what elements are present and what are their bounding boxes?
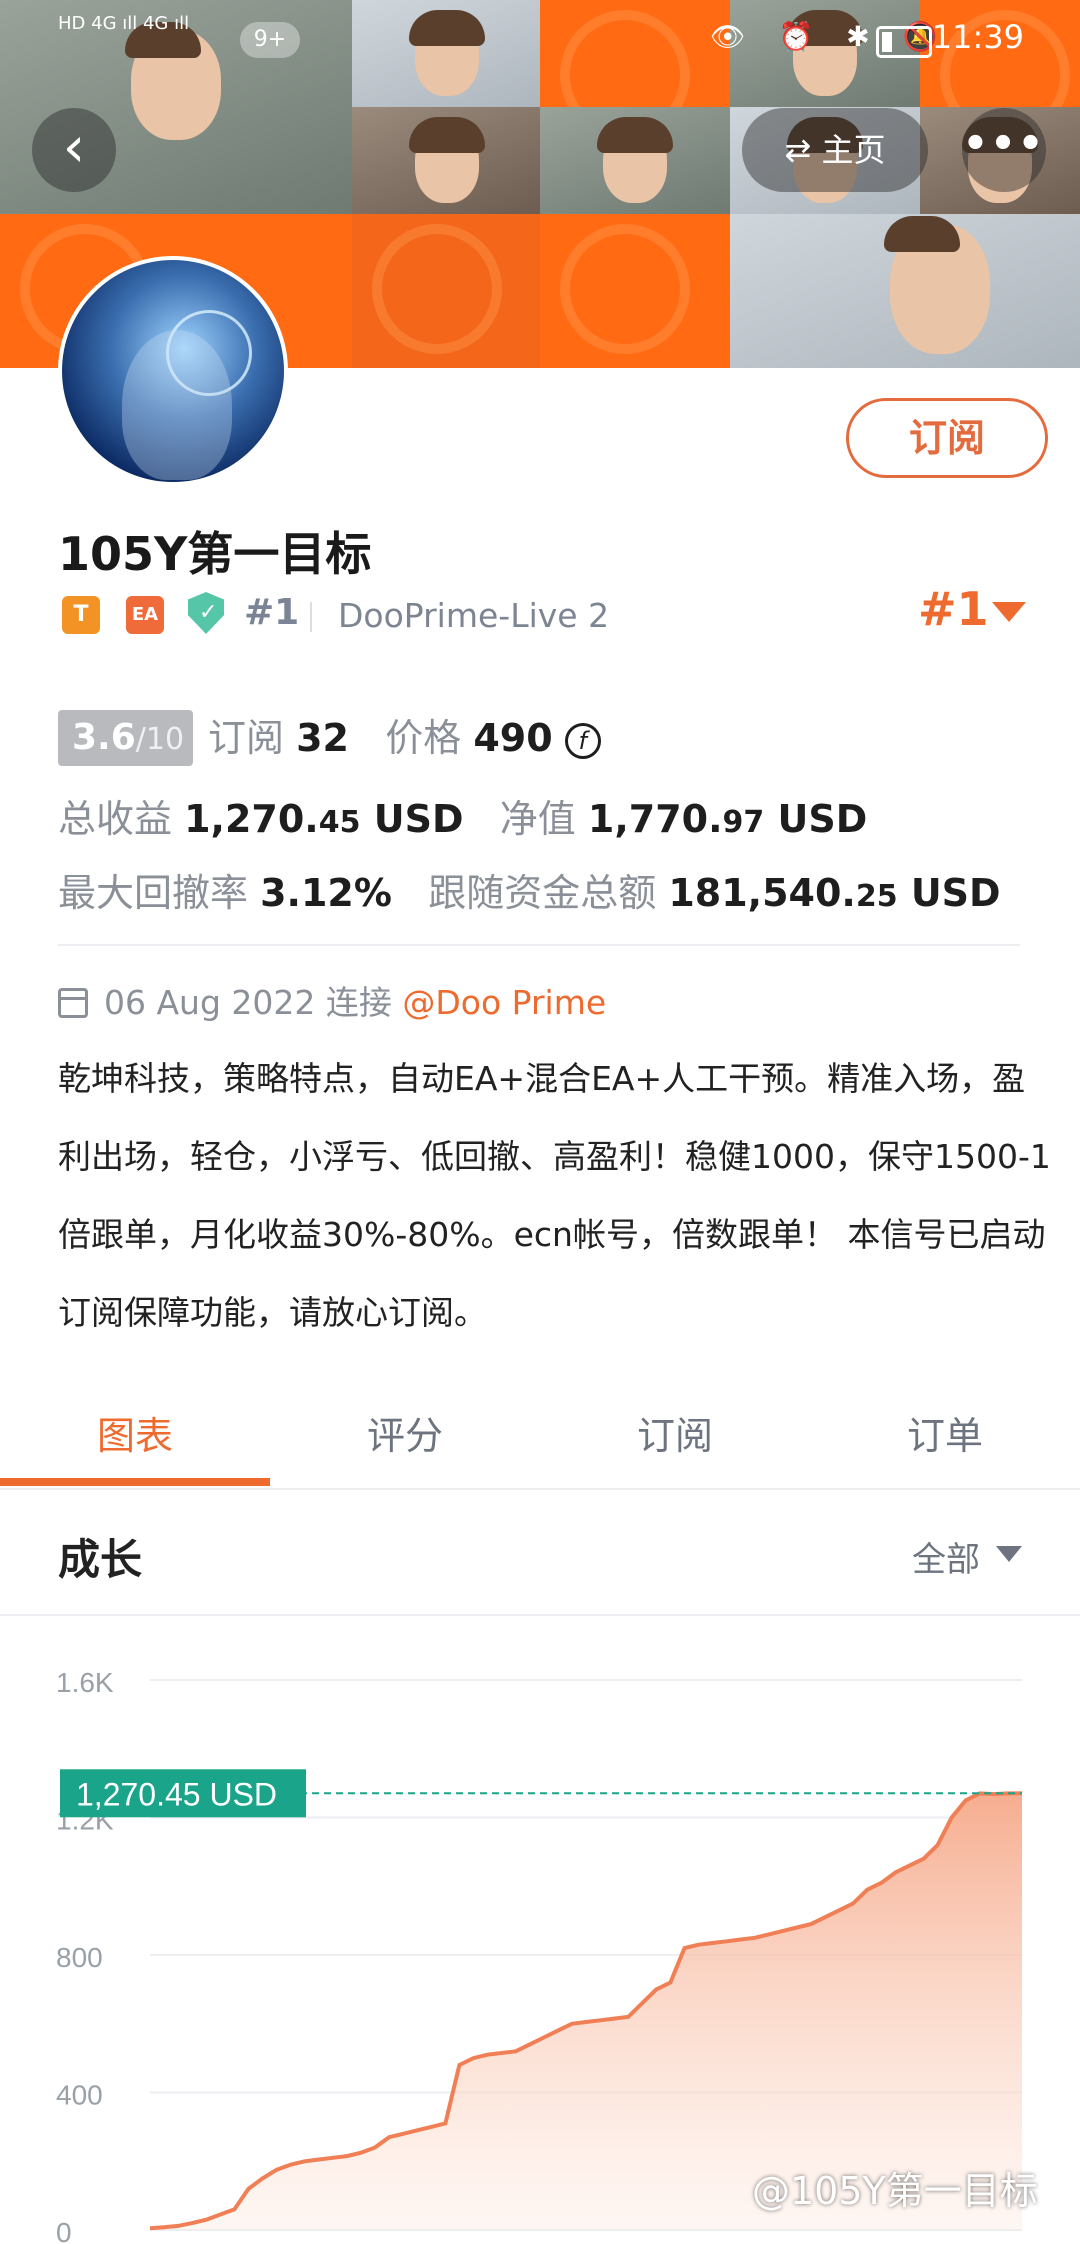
broker-link[interactable]: @Doo Prime [402, 983, 606, 1022]
signal-description: 乾坤科技，策略特点，自动EA+混合EA+人工干预。精准入场，盈利出场，轻仓，小浮… [58, 1059, 1051, 1332]
drawdown-label: 最大回撤率 [58, 871, 249, 915]
watermark: @105Y第一目标 [752, 2169, 1038, 2213]
banner-photo [730, 214, 1080, 368]
battery-icon [876, 26, 932, 58]
equity-dec: 97 [722, 805, 765, 840]
rank-label: #1 [244, 592, 300, 633]
calendar-icon [58, 988, 88, 1018]
divider [58, 944, 1020, 946]
tab-subscribe[interactable]: 订阅 [540, 1384, 810, 1488]
price-label: 价格 [385, 716, 462, 760]
more-icon: ••• [962, 121, 1046, 167]
tab-indicator [0, 1478, 270, 1486]
y-tick-label: 400 [56, 2080, 103, 2111]
subscribe-price-row: 订阅 32 价格 490 f [208, 710, 601, 766]
notification-badge: 9+ [240, 22, 300, 58]
home-button[interactable]: ⇄ 主页 [742, 108, 928, 192]
banner-photo [352, 107, 542, 214]
swap-icon: ⇄ [784, 131, 822, 169]
follow-funds-int: 181,540. [668, 871, 856, 915]
divider [0, 1614, 1080, 1616]
y-tick-label: 800 [56, 1942, 103, 1973]
separator [310, 602, 312, 632]
more-button[interactable]: ••• [962, 108, 1046, 192]
caret-down-icon[interactable] [996, 1546, 1022, 1562]
total-profit-label: 总收益 [58, 797, 173, 841]
y-tick-label: 1.6K [56, 1667, 114, 1698]
home-label: 主页 [821, 131, 886, 169]
tab-bar: 图表 评分 订阅 订单 [0, 1384, 1080, 1490]
server-name: DooPrime-Live 2 [338, 596, 610, 635]
signal-name: 105Y第一目标 [58, 527, 372, 581]
back-button[interactable]: ‹ [32, 108, 116, 192]
coin-icon: f [564, 723, 601, 759]
y-tick-label: 0 [56, 2217, 72, 2244]
score-denom: /10 [135, 722, 185, 757]
connect-date: 06 Aug 2022 连接 [104, 983, 392, 1022]
status-bar: HD 4G ıll 4G ıll 9+ 👁 ⏰ ✱ 🔕 11:39 [0, 0, 1080, 80]
chevron-left-icon: ‹ [62, 115, 86, 180]
follow-funds-label: 跟随资金总额 [428, 871, 657, 915]
check-icon: ✓ [199, 600, 218, 625]
equity-label: 净值 [499, 797, 576, 841]
price-value: 490 [473, 716, 553, 760]
drawdown-value: 3.12% [260, 871, 392, 915]
total-profit-dec: 45 [318, 805, 361, 840]
total-profit-unit: USD [373, 797, 464, 841]
total-profit-int: 1,270. [184, 797, 319, 841]
follow-funds-unit: USD [910, 871, 1001, 915]
clock: 11:39 [931, 18, 1024, 56]
avatar[interactable] [58, 256, 288, 486]
subscribe-count-label: 订阅 [208, 716, 285, 760]
signal-icon: HD 4G ıll 4G ıll [58, 13, 190, 34]
equity-unit: USD [777, 797, 868, 841]
score-badge: 3.6/10 [58, 710, 193, 766]
growth-chart: 1.6K1.2K8004000 1,270.45 USD [56, 1667, 1023, 2244]
tab-rating[interactable]: 评分 [270, 1384, 540, 1488]
tab-chart[interactable]: 图表 [0, 1384, 270, 1488]
rank-dropdown[interactable]: #1 [918, 582, 989, 636]
score-value: 3.6 [72, 717, 136, 758]
caret-down-icon[interactable] [992, 602, 1026, 622]
y-axis-ticks: 1.6K1.2K8004000 [56, 1667, 114, 2244]
connect-date-line: 06 Aug 2022 连接 @Doo Prime [58, 976, 606, 1024]
subscribe-count: 32 [296, 716, 349, 760]
drawdown-row: 最大回撤率 3.12% 跟随资金总额 181,540.25 USD [58, 862, 1001, 917]
current-value-label: 1,270.45 USD [76, 1776, 277, 1812]
profit-row: 总收益 1,270.45 USD 净值 1,770.97 USD [58, 788, 867, 843]
equity-int: 1,770. [587, 797, 723, 841]
subscribe-button[interactable]: 订阅 [846, 398, 1048, 478]
banner-photo [540, 107, 730, 214]
follow-funds-dec: 25 [855, 879, 898, 914]
tab-orders[interactable]: 订单 [810, 1384, 1080, 1488]
banner-tile [540, 214, 730, 368]
banner-tile [352, 214, 542, 368]
range-filter[interactable]: 全部 [912, 1532, 980, 1581]
growth-title: 成长 [58, 1535, 143, 1584]
ea-badge: EA [126, 596, 164, 634]
trader-badge: T [62, 596, 100, 634]
